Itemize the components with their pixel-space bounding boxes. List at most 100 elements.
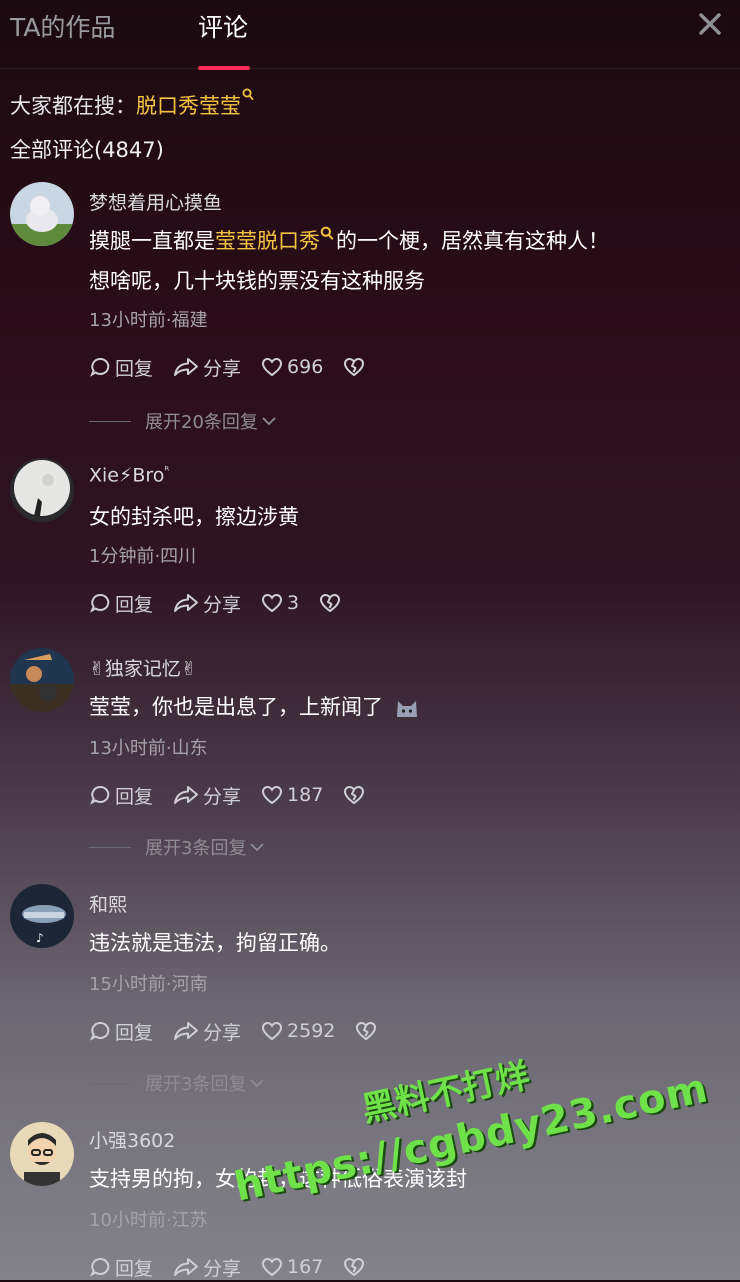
reply-button[interactable]: 回复 <box>89 354 153 381</box>
comment-meta: 1分钟前·四川 <box>89 546 197 567</box>
share-button[interactable]: 分享 <box>173 1254 241 1281</box>
broken-heart-icon <box>320 594 341 612</box>
share-label: 分享 <box>203 593 242 616</box>
avatar[interactable]: ♪ <box>10 884 74 948</box>
reply-label: 回复 <box>115 1021 154 1044</box>
share-button[interactable]: 分享 <box>173 782 241 809</box>
dislike-button[interactable] <box>343 1257 369 1277</box>
close-icon[interactable] <box>696 10 724 38</box>
comment-text: 摸腿一直都是莹莹脱口秀 的一个梗，居然真有这种人！ <box>89 220 719 262</box>
share-label: 分享 <box>203 1257 242 1280</box>
trending-search-keyword[interactable]: 脱口秀莹莹 <box>136 94 241 118</box>
chevron-down-icon <box>262 417 276 426</box>
svg-text:♪: ♪ <box>36 931 44 945</box>
reply-icon <box>89 1257 110 1277</box>
reply-icon <box>89 357 110 377</box>
comment-username[interactable]: 和熙 <box>89 890 127 917</box>
expand-replies[interactable]: 展开3条回复 <box>89 1070 266 1096</box>
share-label: 分享 <box>203 357 242 380</box>
broken-heart-icon <box>344 1258 365 1276</box>
reply-button[interactable]: 回复 <box>89 1254 153 1281</box>
like-count: 3 <box>287 592 300 614</box>
share-label: 分享 <box>203 785 242 808</box>
comment-actions: 回复 分享 167 <box>89 1252 389 1282</box>
divider-line <box>89 420 131 422</box>
comment-username-text: Xie⚡Bro <box>89 464 165 487</box>
comment-meta: 13小时前·福建 <box>89 310 208 331</box>
avatar[interactable] <box>10 648 74 712</box>
dislike-button[interactable] <box>343 785 369 805</box>
comment-meta: 13小时前·山东 <box>89 738 208 759</box>
comment-actions: 回复 分享 2592 <box>89 1016 401 1046</box>
like-count: 187 <box>287 784 324 806</box>
reply-icon <box>89 785 110 805</box>
comment-text-part: 的一个梗，居然真有这种人！ <box>336 229 609 253</box>
reply-label: 回复 <box>115 785 154 808</box>
share-label: 分享 <box>203 1021 242 1044</box>
username-superscript: ᴿ <box>164 464 170 477</box>
tab-comments[interactable]: 评论 <box>198 8 248 44</box>
heart-icon <box>262 785 283 805</box>
dislike-button[interactable] <box>355 1021 381 1041</box>
share-button[interactable]: 分享 <box>173 1018 241 1045</box>
comment-actions: 回复 分享 696 <box>89 352 389 382</box>
comment-search-keyword[interactable]: 莹莹脱口秀 <box>215 229 320 253</box>
reply-button[interactable]: 回复 <box>89 782 153 809</box>
avatar[interactable] <box>10 458 74 522</box>
heart-icon <box>262 1257 283 1277</box>
comment-meta: 15小时前·河南 <box>89 974 208 995</box>
broken-heart-icon <box>344 358 365 376</box>
dislike-button[interactable] <box>343 357 369 377</box>
avatar[interactable] <box>10 182 74 246</box>
comment-username[interactable]: 小强3602 <box>89 1126 175 1153</box>
comment-text: 女的封杀吧，擦边涉黄 <box>89 505 299 529</box>
reply-icon <box>89 593 110 613</box>
comment-text-part: 摸腿一直都是 <box>89 229 215 253</box>
like-count: 167 <box>287 1256 324 1278</box>
all-comments-count: 全部评论(4847) <box>10 138 164 162</box>
comment-username[interactable]: Xie⚡Broᴿ <box>89 464 169 486</box>
comment-text: 违法就是违法，拘留正确。 <box>89 931 341 955</box>
dislike-button[interactable] <box>319 593 345 613</box>
reply-button[interactable]: 回复 <box>89 1018 153 1045</box>
share-icon <box>174 1022 199 1040</box>
broken-heart-icon <box>356 1022 377 1040</box>
like-count: 696 <box>287 356 324 378</box>
heart-icon <box>262 1021 283 1041</box>
share-icon <box>174 358 199 376</box>
reply-button[interactable]: 回复 <box>89 590 153 617</box>
like-button[interactable]: 696 <box>261 356 323 378</box>
reply-label: 回复 <box>115 1257 154 1280</box>
active-tab-indicator <box>198 66 250 70</box>
avatar[interactable] <box>10 1122 74 1186</box>
tab-works[interactable]: TA的作品 <box>10 8 115 44</box>
chevron-down-icon <box>250 1079 265 1088</box>
broken-heart-icon <box>344 786 365 804</box>
comment-username[interactable]: ✌独家记忆✌ <box>89 654 197 681</box>
comments-header: TA的作品 评论 <box>0 0 740 70</box>
like-count: 2592 <box>287 1020 336 1042</box>
reply-icon <box>89 1021 110 1041</box>
search-icon <box>242 88 254 100</box>
reply-label: 回复 <box>115 357 154 380</box>
share-button[interactable]: 分享 <box>173 590 241 617</box>
comment-text-part: 莹莹，你也是出息了，上新闻了 <box>89 695 383 719</box>
comment-actions: 回复 分享 3 <box>89 588 365 618</box>
expand-replies-label: 展开3条回复 <box>145 838 247 859</box>
comment-actions: 回复 分享 187 <box>89 780 389 810</box>
trending-search: 大家都在搜：脱口秀莹莹 <box>10 88 254 120</box>
comment-meta: 10小时前·江苏 <box>89 1210 208 1231</box>
cat-emoji-icon <box>396 701 417 717</box>
expand-replies[interactable]: 展开3条回复 <box>89 834 266 860</box>
share-button[interactable]: 分享 <box>173 354 241 381</box>
like-button[interactable]: 187 <box>261 784 323 806</box>
search-icon <box>320 226 334 240</box>
comment-username[interactable]: 梦想着用心摸鱼 <box>89 188 222 215</box>
expand-replies[interactable]: 展开20条回复 <box>89 408 278 434</box>
like-button[interactable]: 3 <box>261 592 299 614</box>
like-button[interactable]: 2592 <box>261 1020 335 1042</box>
share-icon <box>174 594 199 612</box>
like-button[interactable]: 167 <box>261 1256 323 1278</box>
expand-replies-label: 展开3条回复 <box>145 1074 247 1095</box>
trending-search-label: 大家都在搜： <box>10 94 136 118</box>
